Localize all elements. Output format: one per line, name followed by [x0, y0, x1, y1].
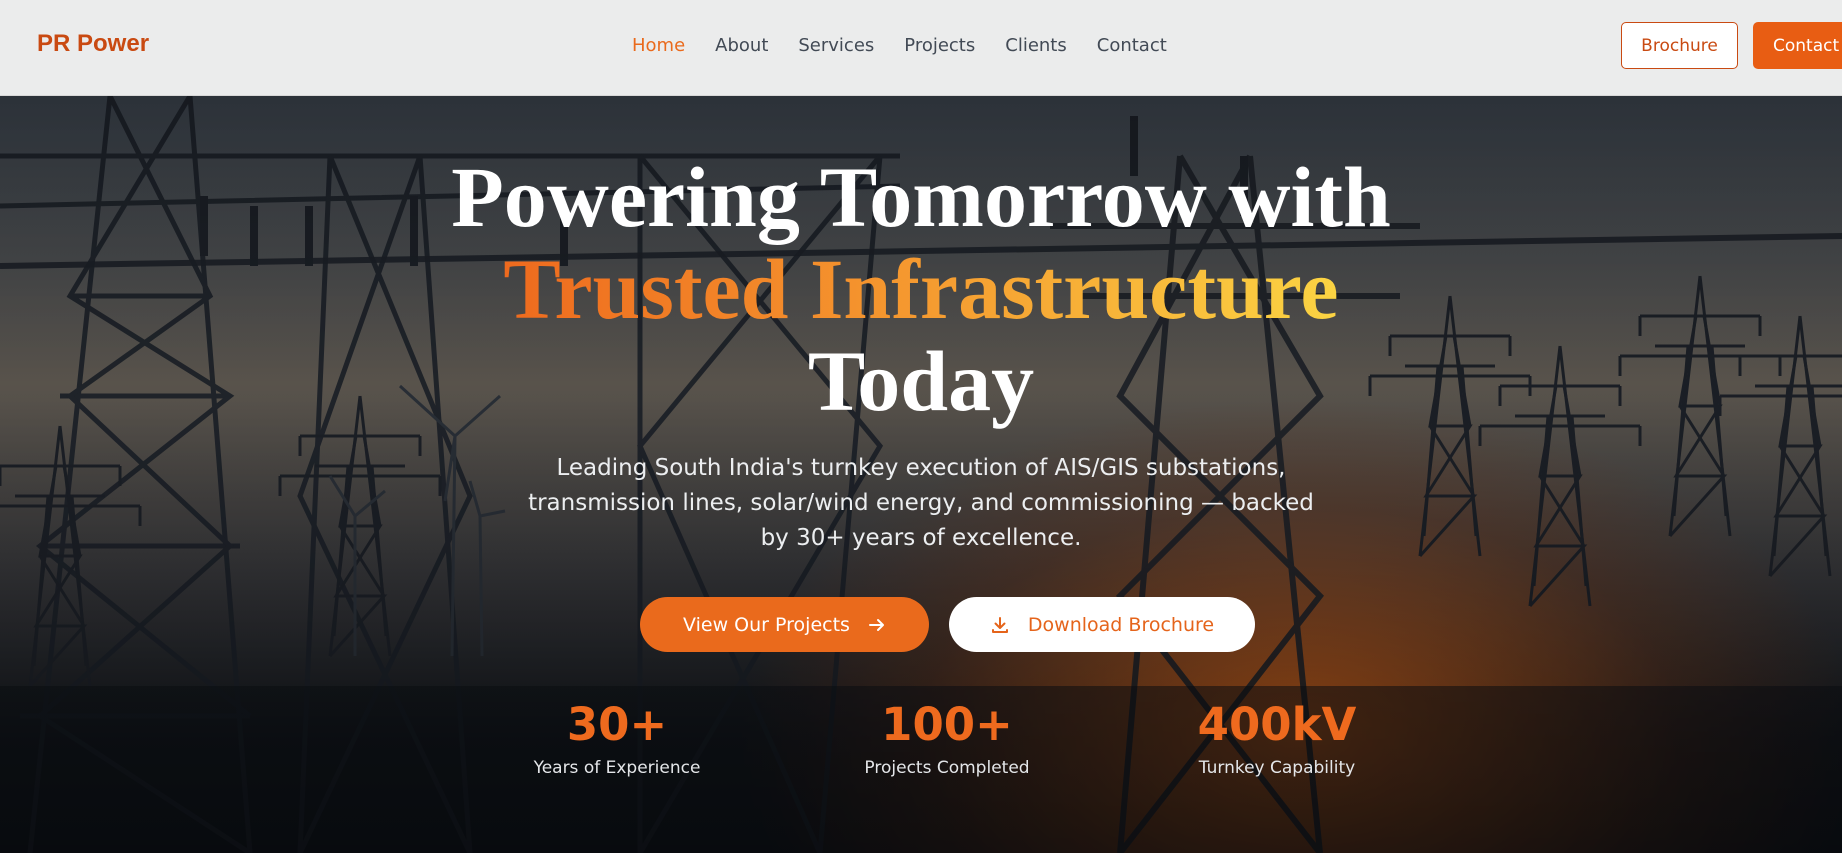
stat-capability: 400kV Turnkey Capability — [1127, 698, 1427, 779]
hero-section: Powering Tomorrow with Trusted Infrastru… — [0, 96, 1842, 853]
main-nav: Home About Services Projects Clients Con… — [632, 35, 1197, 56]
stat-label: Turnkey Capability — [1198, 758, 1356, 778]
nav-clients[interactable]: Clients — [1005, 35, 1067, 56]
view-projects-button[interactable]: View Our Projects — [640, 597, 929, 652]
nav-home[interactable]: Home — [632, 35, 685, 56]
stat-label: Projects Completed — [864, 758, 1030, 778]
arrow-right-icon — [868, 616, 886, 634]
nav-projects[interactable]: Projects — [904, 35, 975, 56]
view-projects-label: View Our Projects — [683, 613, 850, 636]
nav-contact[interactable]: Contact — [1097, 35, 1167, 56]
stat-value: 30+ — [566, 698, 668, 751]
download-brochure-button[interactable]: Download Brochure — [949, 597, 1255, 652]
hero-headline-line3: Today — [807, 333, 1035, 429]
hero-subtitle: Leading South India's turnkey execution … — [528, 455, 1314, 551]
hero-headline: Powering Tomorrow with Trusted Infrastru… — [0, 151, 1842, 427]
logo[interactable]: PR Power — [37, 30, 149, 58]
hero-headline-line1: Powering Tomorrow with — [451, 149, 1391, 245]
stat-experience: 30+ Years of Experience — [467, 698, 767, 779]
stat-label: Years of Experience — [533, 758, 701, 778]
stat-projects: 100+ Projects Completed — [797, 698, 1097, 779]
stat-value: 100+ — [881, 698, 1013, 751]
download-brochure-label: Download Brochure — [1027, 613, 1215, 636]
contact-button[interactable]: Contact — [1753, 22, 1842, 69]
brochure-button[interactable]: Brochure — [1621, 22, 1738, 69]
nav-services[interactable]: Services — [798, 35, 874, 56]
nav-about[interactable]: About — [715, 35, 768, 56]
hero-headline-highlight: Trusted Infrastructure — [503, 241, 1339, 337]
site-header: PR Power Home About Services Projects Cl… — [0, 0, 1842, 96]
download-icon — [990, 615, 1010, 635]
stat-value: 400kV — [1197, 698, 1357, 751]
